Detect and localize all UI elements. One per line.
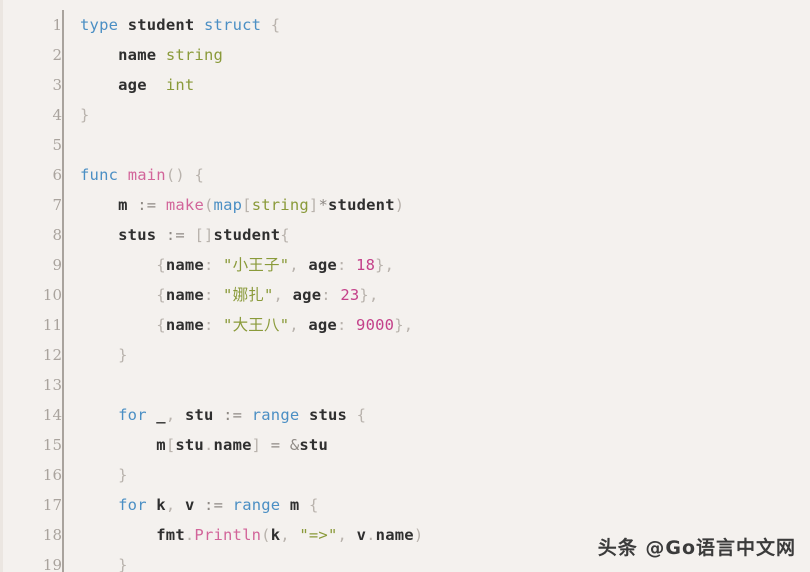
line-number: 12 xyxy=(42,346,62,364)
line-number: 7 xyxy=(52,196,62,214)
line-content[interactable]: } xyxy=(62,100,810,130)
line-content[interactable]: {name: "大王八", age: 9000}, xyxy=(62,310,810,340)
watermark-text: 头条 @Go语言中文网 xyxy=(597,537,796,559)
line-number: 15 xyxy=(42,436,62,454)
code-line: 13 xyxy=(3,370,810,400)
line-number: 9 xyxy=(52,256,62,274)
line-content[interactable]: } xyxy=(62,340,810,370)
code-line: 8 stus := []student{ xyxy=(3,220,810,250)
line-content[interactable]: m[stu.name] = &stu xyxy=(62,430,810,460)
line-content[interactable]: } xyxy=(62,460,810,490)
code-line: 3 age int xyxy=(3,70,810,100)
line-content[interactable]: {name: "小王子", age: 18}, xyxy=(62,250,810,280)
code-line: 12 } xyxy=(3,340,810,370)
code-line: 15 m[stu.name] = &stu xyxy=(3,430,810,460)
line-number: 11 xyxy=(42,316,62,334)
line-number: 3 xyxy=(52,76,62,94)
line-number: 8 xyxy=(52,226,62,244)
line-content[interactable]: name string xyxy=(62,40,810,70)
line-content[interactable]: stus := []student{ xyxy=(62,220,810,250)
line-number: 18 xyxy=(42,526,62,544)
line-content[interactable]: age int xyxy=(62,70,810,100)
line-number: 10 xyxy=(42,286,62,304)
code-line: 16 } xyxy=(3,460,810,490)
line-content[interactable]: for _, stu := range stus { xyxy=(62,400,810,430)
line-content[interactable]: {name: "娜扎", age: 23}, xyxy=(62,280,810,310)
line-content[interactable]: type student struct { xyxy=(62,10,810,40)
code-line: 17 for k, v := range m { xyxy=(3,490,810,520)
code-line: 11 {name: "大王八", age: 9000}, xyxy=(3,310,810,340)
code-line: 1 type student struct { xyxy=(3,10,810,40)
code-line: 14 for _, stu := range stus { xyxy=(3,400,810,430)
code-line: 4 } xyxy=(3,100,810,130)
code-line: 5 xyxy=(3,130,810,160)
line-number: 14 xyxy=(42,406,62,424)
code-line: 7 m := make(map[string]*student) xyxy=(3,190,810,220)
line-content[interactable]: func main() { xyxy=(62,160,810,190)
line-content[interactable]: for k, v := range m { xyxy=(62,490,810,520)
line-number: 6 xyxy=(52,166,62,184)
line-number: 13 xyxy=(42,376,62,394)
line-content[interactable] xyxy=(62,130,810,160)
line-number: 4 xyxy=(52,106,62,124)
code-line: 2 name string xyxy=(3,40,810,70)
line-content[interactable] xyxy=(62,370,810,400)
line-content[interactable]: m := make(map[string]*student) xyxy=(62,190,810,220)
code-line: 9 {name: "小王子", age: 18}, xyxy=(3,250,810,280)
line-number: 1 xyxy=(52,16,62,34)
code-line: 6 func main() { xyxy=(3,160,810,190)
line-number: 19 xyxy=(42,556,62,572)
line-number: 16 xyxy=(42,466,62,484)
line-number: 5 xyxy=(52,136,62,154)
line-number: 2 xyxy=(52,46,62,64)
code-line: 10 {name: "娜扎", age: 23}, xyxy=(3,280,810,310)
code-listing: 1 type student struct { 2 name string 3 … xyxy=(3,10,810,572)
code-snippet-card: 1 type student struct { 2 name string 3 … xyxy=(0,0,810,572)
line-number: 17 xyxy=(42,496,62,514)
